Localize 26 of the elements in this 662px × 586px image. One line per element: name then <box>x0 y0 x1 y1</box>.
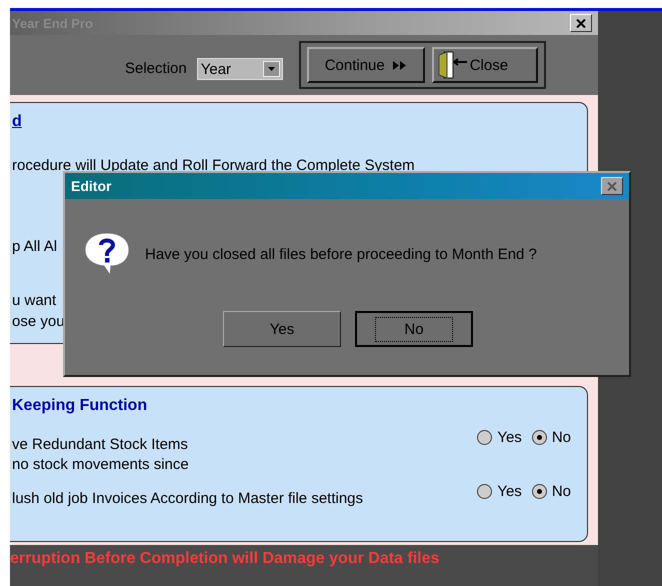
section-text: p All Al <box>12 237 58 257</box>
radio-option[interactable]: Yes <box>477 483 522 500</box>
section-text: rocedure will Update and Roll Forward the Complete System <box>12 156 415 176</box>
close-button[interactable]: Close <box>432 47 538 83</box>
door-exit-icon <box>438 51 468 79</box>
selection-dropdown[interactable]: Year <box>196 58 283 80</box>
warning-text: erruption Before Completion will Damage your Data files <box>10 545 598 586</box>
dialog-message: Have you closed all files before proceeding to Month End ? <box>145 246 537 262</box>
option-text: ve Redundant Stock Items no stock movements since <box>12 435 189 475</box>
radio-option[interactable]: No <box>532 429 571 446</box>
close-button[interactable] <box>601 177 623 195</box>
section-heading: d <box>12 113 23 131</box>
dialog-button[interactable]: Yes <box>223 311 341 347</box>
close-icon <box>607 182 617 190</box>
section-heading: Keeping Function <box>12 397 148 415</box>
radio-option[interactable]: Yes <box>477 429 522 446</box>
double-arrow-icon <box>392 60 407 70</box>
selection-label: Selection <box>125 60 187 76</box>
option-text: lush old job Invoices According to Master file settings <box>12 489 364 509</box>
radio-option[interactable]: No <box>532 483 571 500</box>
dialog-button[interactable]: No <box>355 311 473 347</box>
close-icon <box>576 18 586 28</box>
dialog-title: Editor <box>71 178 112 194</box>
dropdown-arrow-icon <box>268 67 275 71</box>
continue-button[interactable]: Continue <box>306 47 425 83</box>
question-bubble-icon <box>83 231 131 277</box>
